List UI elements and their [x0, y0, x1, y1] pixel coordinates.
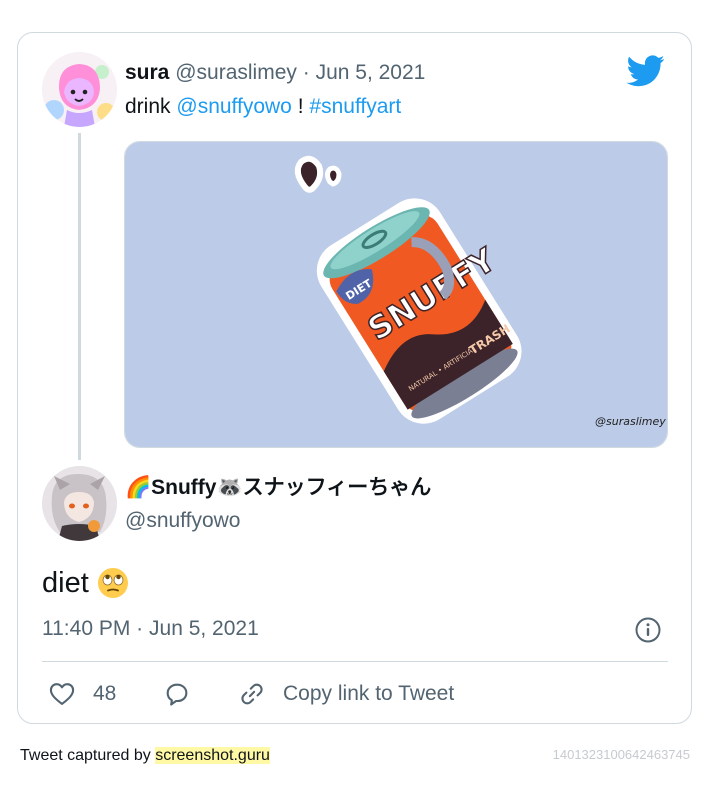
like-count: 48 [93, 682, 117, 705]
tweet-timestamp[interactable]: 11:40 PM · Jun 5, 2021 [42, 616, 259, 642]
reply-author-handle[interactable]: @snuffyowo [125, 508, 241, 534]
tweet-date: Jun 5, 2021 [149, 617, 259, 640]
link-icon [241, 683, 263, 705]
heart-icon [49, 683, 75, 705]
avatar-snuffy[interactable] [42, 466, 117, 541]
copy-link-button[interactable]: Copy link to Tweet [238, 678, 454, 710]
image-watermark: @suraslimey [595, 415, 666, 428]
thread-line [78, 133, 81, 460]
divider [42, 661, 668, 662]
timestamp-separator: · [136, 617, 144, 640]
quoted-tweet-text: drink @snuffyowo ! #snuffyart [125, 94, 401, 120]
quoted-tweet-image[interactable]: DIET SNUFFY TRASH NATURAL • ARTIFICIAL @… [124, 141, 668, 448]
rolling-eyes-emoji-icon [97, 568, 128, 598]
tweet-id: 1401323100642463745 [552, 747, 690, 762]
quoted-author-handle[interactable]: @suraslimey [175, 61, 297, 84]
reply-author-name[interactable]: 🌈Snuffy🦝スナッフィーちゃん [125, 475, 431, 501]
tweet-text-body: diet [42, 567, 89, 599]
screenshot-guru-link[interactable]: screenshot.guru [155, 747, 270, 764]
avatar-sura[interactable] [42, 52, 117, 127]
quoted-text-prefix: drink [125, 95, 171, 118]
capture-credit-prefix: Tweet captured by [20, 747, 151, 764]
capture-credit: Tweet captured by screenshot.guru [20, 746, 270, 766]
mention-link[interactable]: @snuffyowo [176, 95, 292, 118]
quoted-author-name[interactable]: sura [125, 61, 169, 84]
tweet-time: 11:40 PM [42, 617, 131, 640]
info-icon[interactable] [635, 617, 661, 643]
tweet-text: diet [42, 565, 129, 601]
twitter-bird-icon[interactable] [627, 55, 665, 87]
copy-link-label: Copy link to Tweet [283, 682, 455, 705]
reply-button[interactable] [163, 678, 191, 710]
header-separator: · [302, 61, 310, 84]
hashtag-link[interactable]: #snuffyart [309, 95, 401, 118]
like-button[interactable]: 48 [48, 678, 116, 710]
quoted-tweet-header: sura @suraslimey · Jun 5, 2021 [125, 60, 425, 86]
quoted-date[interactable]: Jun 5, 2021 [316, 61, 426, 84]
reply-bubble-icon [166, 683, 188, 706]
quoted-text-mid: ! [297, 95, 304, 118]
